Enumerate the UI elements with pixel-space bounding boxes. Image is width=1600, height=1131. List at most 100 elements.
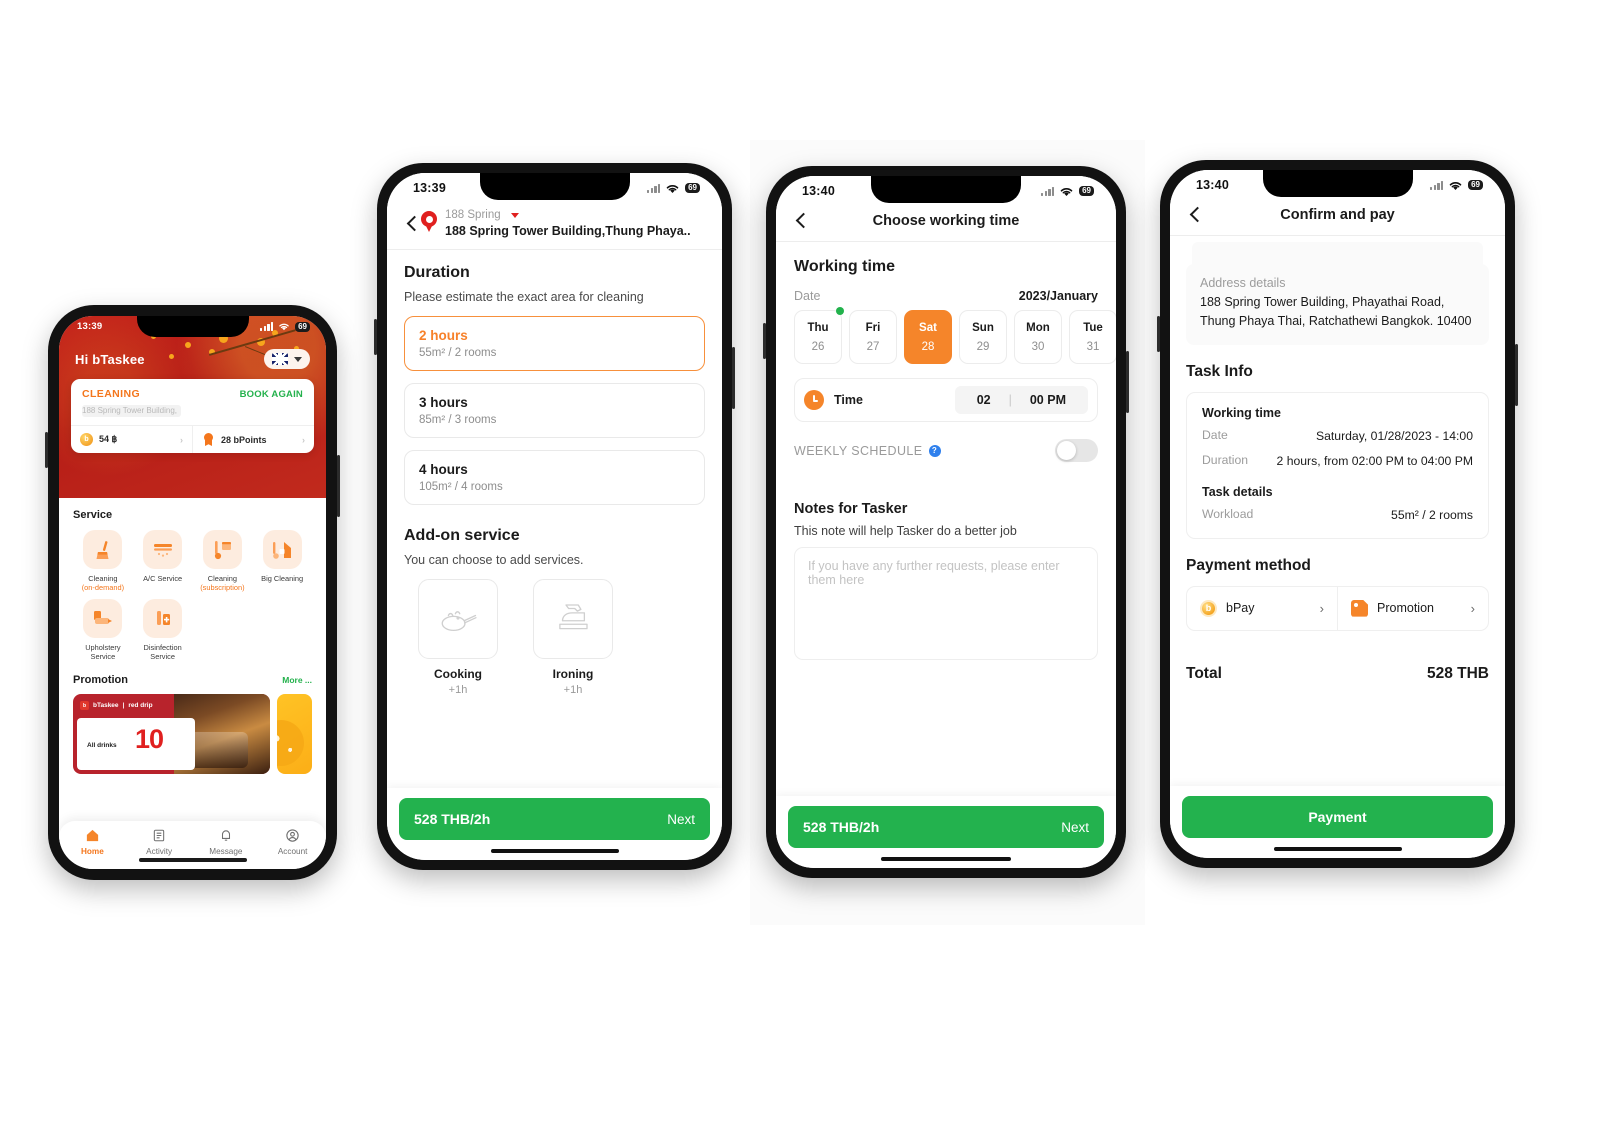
info-key: Duration xyxy=(1202,453,1249,468)
home-indicator xyxy=(881,857,1011,861)
info-key: Workload xyxy=(1202,506,1254,521)
spray-bottle-icon xyxy=(143,598,183,638)
duration-subtitle: Please estimate the exact area for clean… xyxy=(404,290,644,304)
clock-icon xyxy=(804,390,824,410)
duration-option-4h[interactable]: 4 hours 105m² / 4 rooms xyxy=(404,450,705,505)
footer-price: 528 THB/2h xyxy=(803,819,880,835)
day-cell-thu[interactable]: Thu 26 xyxy=(794,307,844,364)
screen-home: 13:39 69 Hi bTaskee CLEANING BOOK AGAIN … xyxy=(59,316,326,869)
language-selector[interactable] xyxy=(264,349,310,369)
duration-option-2h[interactable]: 2 hours 55m² / 2 rooms xyxy=(404,316,705,371)
tab-activity[interactable]: Activity xyxy=(126,827,193,856)
tab-account[interactable]: Account xyxy=(259,827,326,856)
day-cell-sat[interactable]: Sat 28 xyxy=(904,310,952,364)
day-cell-mon[interactable]: Mon 30 xyxy=(1014,310,1062,364)
task-info-card: Working time Date Saturday, 01/28/2023 -… xyxy=(1186,391,1489,539)
home-indicator xyxy=(138,858,247,862)
payment-option-bpay[interactable]: b bPay › xyxy=(1187,587,1337,630)
tab-label: Activity xyxy=(146,847,173,856)
promo-card[interactable]: b bTaskee | red drip All drinks 10 xyxy=(73,694,270,774)
tab-message[interactable]: Message xyxy=(193,827,260,856)
service-item-big-cleaning[interactable]: Big Cleaning xyxy=(252,530,312,593)
notch xyxy=(871,176,1021,203)
toggle-knob xyxy=(1057,441,1076,460)
weekly-schedule-label-group: WEEKLY SCHEDULE ? xyxy=(794,444,941,458)
service-item-cleaning-on-demand[interactable]: Cleaning (on-demand) xyxy=(73,530,133,593)
promo-brand-name: bTaskee xyxy=(93,702,119,709)
screen-working-time: 13:40 69 Choose working time Working tim… xyxy=(776,176,1116,868)
payment-method-title: Payment method xyxy=(1186,556,1311,574)
payment-option-label: Promotion xyxy=(1377,601,1434,616)
home-indicator xyxy=(1273,847,1402,851)
day-cell-fri[interactable]: Fri 27 xyxy=(849,310,897,364)
medal-icon xyxy=(202,433,215,446)
working-time-subtitle: Working time xyxy=(1202,405,1281,420)
promotion-carousel[interactable]: b bTaskee | red drip All drinks 10 xyxy=(73,694,312,774)
addon-title: Add-on service xyxy=(404,527,520,544)
back-button[interactable] xyxy=(403,215,421,233)
promotion-more-link[interactable]: More ... xyxy=(282,675,312,685)
addon-price: +1h xyxy=(563,684,583,696)
duration-body: Duration Please estimate the exact area … xyxy=(387,250,722,696)
date-picker[interactable]: Thu 26 Fri 27 Sat 28 Sun 29 Mon 30 Tue 3… xyxy=(794,307,1116,364)
notes-input[interactable] xyxy=(794,547,1098,660)
day-of-week: Tue xyxy=(1083,321,1103,334)
service-item-disinfection[interactable]: Disinfection Service xyxy=(133,598,193,662)
addon-price: +1h xyxy=(448,684,468,696)
location-pin-icon xyxy=(421,211,437,233)
total-value: 528 THB xyxy=(1426,664,1489,682)
info-row-workload: Workload 55m² / 2 rooms xyxy=(1202,507,1473,525)
next-button[interactable]: 528 THB/2h Next xyxy=(399,798,710,840)
service-item-upholstery[interactable]: Upholstery Service xyxy=(73,598,133,662)
bpay-coin-icon: b xyxy=(1200,599,1217,617)
last-booking-card[interactable]: CLEANING BOOK AGAIN 188 Spring Tower Bui… xyxy=(71,379,314,453)
page-title: Choose working time xyxy=(872,213,1020,229)
addon-cooking[interactable]: Cooking +1h xyxy=(418,579,498,696)
time-value[interactable]: 02 | 00 PM xyxy=(954,386,1088,414)
payment-button[interactable]: Payment xyxy=(1182,796,1493,838)
chevron-down-icon[interactable] xyxy=(510,212,519,218)
day-cell-tue[interactable]: Tue 31 xyxy=(1069,310,1116,364)
promo-card[interactable] xyxy=(277,694,312,774)
iron-icon xyxy=(533,579,613,659)
payment-option-promotion[interactable]: Promotion › xyxy=(1337,586,1488,630)
book-again-button[interactable]: BOOK AGAIN xyxy=(240,389,303,400)
info-value: 2 hours, from 02:00 PM to 04:00 PM xyxy=(1276,454,1473,469)
user-circle-icon xyxy=(259,827,326,844)
service-item-ac-service[interactable]: A/C Service xyxy=(133,530,193,593)
addon-ironing[interactable]: Ironing +1h xyxy=(533,579,613,696)
next-button[interactable]: 528 THB/2h Next xyxy=(788,806,1104,848)
points-row[interactable]: 28 bPoints › xyxy=(192,426,314,453)
working-time-body: Working time Date 2023/January Thu 26 Fr… xyxy=(776,242,1116,665)
chevron-right-icon: › xyxy=(302,434,305,445)
duration-option-title: 4 hours xyxy=(419,462,468,477)
greeting-text: Hi bTaskee xyxy=(75,351,145,367)
promotion-title: Promotion xyxy=(73,674,128,686)
info-row-date: Date Saturday, 01/28/2023 - 14:00 xyxy=(1202,428,1473,446)
addon-name: Cooking xyxy=(434,667,482,681)
duration-option-3h[interactable]: 3 hours 85m² / 3 rooms xyxy=(404,383,705,438)
tab-home[interactable]: Home xyxy=(59,827,126,856)
notch xyxy=(136,316,249,337)
back-button[interactable] xyxy=(792,212,810,230)
notch xyxy=(479,173,630,200)
service-item-cleaning-subscription[interactable]: Cleaning (subscription) xyxy=(193,530,253,593)
duration-option-title: 3 hours xyxy=(419,395,468,410)
weekly-schedule-toggle[interactable] xyxy=(1055,439,1098,462)
back-button[interactable] xyxy=(1186,206,1204,224)
service-section-title: Service xyxy=(73,509,113,521)
help-icon[interactable]: ? xyxy=(928,444,941,457)
footer-price: 528 THB/2h xyxy=(414,811,491,827)
confirm-body: Address details 188 Spring Tower Buildin… xyxy=(1170,242,1505,683)
time-hour: 02 xyxy=(976,393,991,407)
location-selector[interactable]: 188 Spring 188 Spring Tower Building,Thu… xyxy=(421,209,706,238)
chevron-right-icon: › xyxy=(1319,600,1324,616)
service-label: Cleaning xyxy=(207,574,237,583)
task-info-title: Task Info xyxy=(1186,362,1253,380)
wallet-row[interactable]: b 54 ฿ › xyxy=(71,426,192,453)
addon-subtitle: You can choose to add services. xyxy=(404,553,584,567)
time-picker-row[interactable]: Time 02 | 00 PM xyxy=(794,378,1098,422)
promo-partner-name: red drip xyxy=(128,702,153,709)
weekly-schedule-row: WEEKLY SCHEDULE ? xyxy=(794,439,1098,462)
day-cell-sun[interactable]: Sun 29 xyxy=(959,310,1007,364)
